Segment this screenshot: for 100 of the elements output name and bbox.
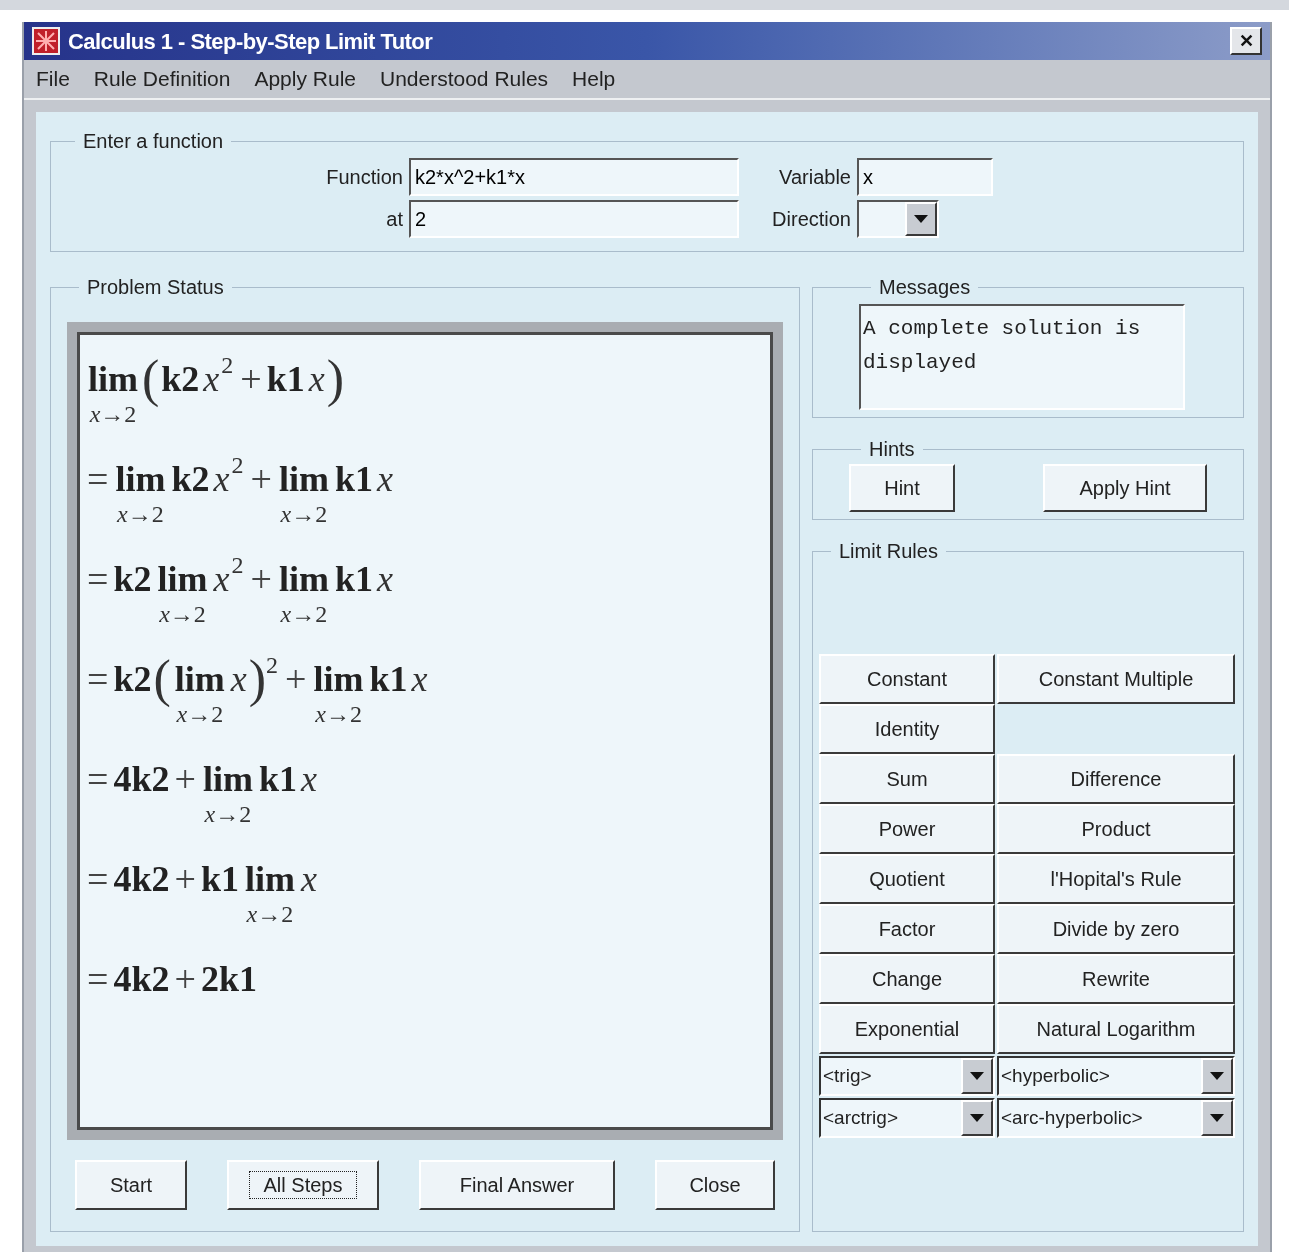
math-operator: + <box>174 957 196 1001</box>
action-button[interactable]: Close <box>655 1160 775 1210</box>
math-variable: x <box>411 658 428 701</box>
limit-operator: lim <box>313 658 364 701</box>
math-variable: x <box>376 558 393 601</box>
math-variable: x <box>376 458 393 501</box>
rule-button[interactable]: Exponential <box>819 1004 995 1054</box>
menu-item[interactable]: Apply Rule <box>254 63 356 95</box>
rule-button[interactable]: Identity <box>819 704 995 754</box>
caret-down-icon <box>1210 1072 1224 1080</box>
limit-subscript: x→2 <box>246 901 294 927</box>
direction-dropdown[interactable] <box>857 200 939 238</box>
action-button[interactable]: Start <box>75 1160 187 1210</box>
rule-button[interactable]: Constant Multiple <box>997 654 1235 704</box>
math-term: k2 <box>113 558 152 601</box>
menu-item[interactable]: File <box>36 63 70 95</box>
exponent: 2 <box>266 653 279 677</box>
rule-dropdown[interactable]: <arc-hyperbolic> <box>997 1098 1235 1138</box>
exponent: 2 <box>231 553 244 577</box>
menu-item[interactable]: Understood Rules <box>380 63 549 95</box>
math-operator: + <box>174 757 196 801</box>
group-label: Problem Status <box>86 275 225 300</box>
limit-subscript: x→2 <box>117 501 164 527</box>
math-term: k1 <box>334 558 373 601</box>
app-icon <box>32 27 60 55</box>
menu-item[interactable]: Rule Definition <box>93 63 231 95</box>
rule-button[interactable]: Divide by zero <box>997 904 1235 954</box>
dropdown-arrow-button[interactable] <box>961 1100 993 1136</box>
parenthesis: ) <box>248 651 267 707</box>
math-variable: x <box>300 858 317 901</box>
limit-operator: lim <box>115 458 166 501</box>
close-button[interactable]: ✕ <box>1230 27 1262 55</box>
math-variable: x <box>213 458 230 501</box>
rule-button[interactable]: Constant <box>819 654 995 704</box>
rule-dropdown[interactable]: <hyperbolic> <box>997 1056 1235 1096</box>
limit-operator: lim <box>202 758 253 801</box>
math-variable: x <box>213 558 230 601</box>
dropdown-arrow-button[interactable] <box>905 202 937 236</box>
field-label: at <box>385 207 403 232</box>
math-operator: + <box>285 657 307 701</box>
rule-button[interactable]: Factor <box>819 904 995 954</box>
caret-down-icon <box>970 1072 984 1080</box>
rule-button[interactable]: Rewrite <box>997 954 1235 1004</box>
limit-subscript: x→2 <box>176 701 224 727</box>
exponent: 2 <box>231 453 244 477</box>
dropdown-arrow-button[interactable] <box>1201 1100 1233 1136</box>
math-variable: x <box>308 358 325 401</box>
math-term: 2k1 <box>200 958 257 1001</box>
function-field[interactable]: k2*x^2+k1*x <box>409 158 739 196</box>
menu-item[interactable]: Help <box>572 63 616 95</box>
math-term: 4k2 <box>113 758 170 801</box>
math-term: k2 <box>113 658 152 701</box>
rule-button[interactable]: Power <box>819 804 995 854</box>
rule-dropdown[interactable]: <arctrig> <box>819 1098 995 1138</box>
action-button[interactable]: All Steps <box>227 1160 379 1210</box>
limit-operator: lim <box>174 658 225 701</box>
parenthesis: ( <box>153 651 171 707</box>
group-label: Enter a function <box>82 129 225 154</box>
variable-field[interactable]: x <box>857 158 993 196</box>
math-term: k1 <box>200 858 239 901</box>
limit-operator: lim <box>278 558 329 601</box>
rule-button[interactable]: Natural Logarithm <box>997 1004 1235 1054</box>
action-button[interactable]: Final Answer <box>419 1160 615 1210</box>
limit-operator: lim <box>244 858 295 901</box>
field-label: Variable <box>778 165 851 190</box>
math-operator: + <box>250 457 272 501</box>
rule-button[interactable]: Sum <box>819 754 995 804</box>
parenthesis: ( <box>142 351 160 407</box>
math-variable: x <box>203 358 220 401</box>
rule-button[interactable]: Quotient <box>819 854 995 904</box>
rule-dropdown[interactable]: <trig> <box>819 1056 995 1096</box>
math-operator: = <box>87 857 109 901</box>
math-term: k1 <box>266 358 305 401</box>
limit-subscript: x→2 <box>159 601 206 627</box>
rule-button[interactable]: Change <box>819 954 995 1004</box>
dropdown-arrow-button[interactable] <box>1201 1058 1233 1094</box>
rule-button[interactable]: l'Hopital's Rule <box>997 854 1235 904</box>
limit-subscript: x→2 <box>204 801 252 827</box>
math-operator: = <box>87 757 109 801</box>
dropdown-arrow-button[interactable] <box>961 1058 993 1094</box>
math-operator: + <box>250 557 272 601</box>
exponent: 2 <box>221 353 234 377</box>
math-term: 4k2 <box>113 958 170 1001</box>
math-variable: x <box>300 758 317 801</box>
math-operator: + <box>174 857 196 901</box>
caret-down-icon <box>914 215 928 223</box>
hint-button[interactable]: Hint <box>849 464 955 512</box>
field-label: Direction <box>771 207 851 232</box>
math-operator: = <box>87 657 109 701</box>
math-operator: = <box>87 557 109 601</box>
group-label: Limit Rules <box>838 539 939 564</box>
math-variable: x <box>230 658 247 701</box>
at-field[interactable]: 2 <box>409 200 739 238</box>
limit-subscript: x→2 <box>315 701 362 727</box>
rule-button[interactable]: Product <box>997 804 1235 854</box>
hint-button[interactable]: Apply Hint <box>1043 464 1207 512</box>
rule-button[interactable]: Difference <box>997 754 1235 804</box>
math-term: k2 <box>161 358 200 401</box>
window-title: Calculus 1 - Step-by-Step Limit Tutor <box>68 27 433 56</box>
limit-subscript: x→2 <box>89 401 137 427</box>
